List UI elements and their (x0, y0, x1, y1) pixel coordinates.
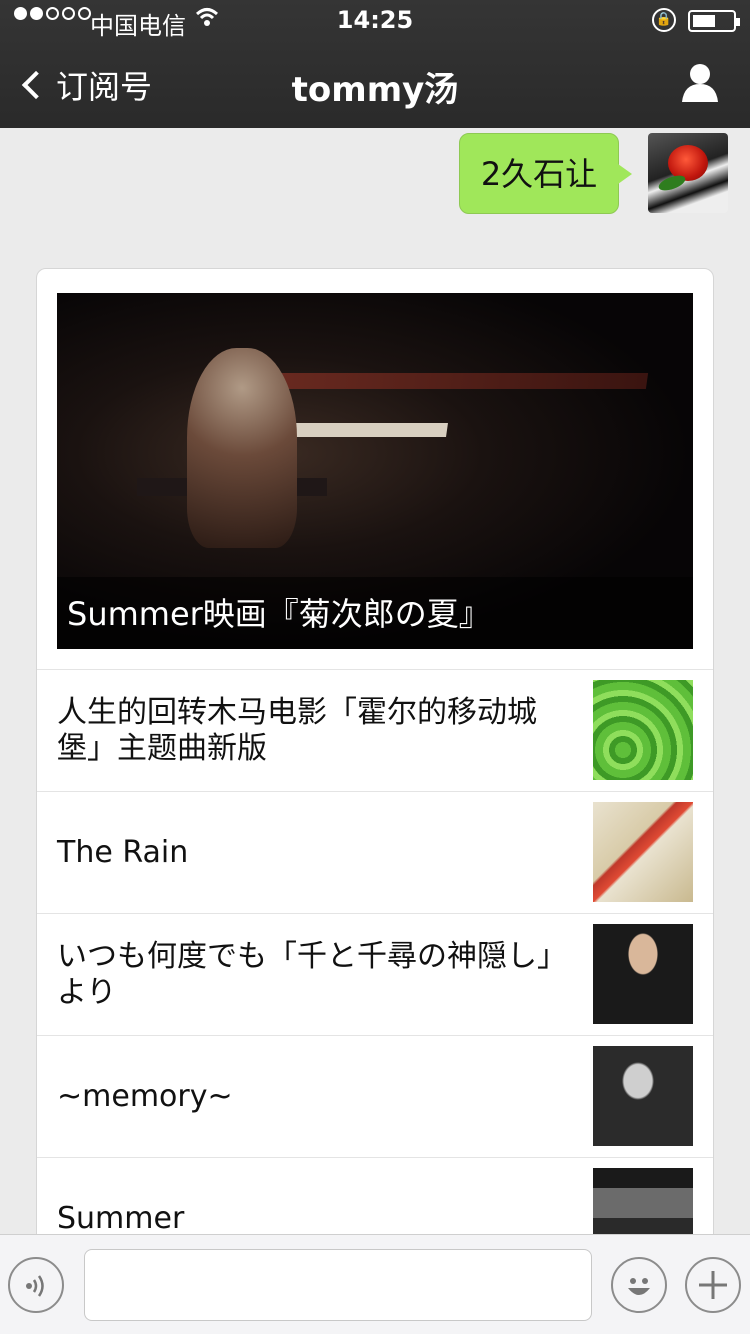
piano-keys-image (286, 423, 448, 437)
status-bar: 中国电信 14:25 🔒 (0, 0, 750, 40)
article-card: Summer映画『菊次郎の夏』 人生的回转木马电影「霍尔的移动城堡」主题曲新版 … (36, 268, 714, 1268)
article-title: The Rain (57, 835, 189, 870)
article-item[interactable]: ~memory~ (37, 1035, 713, 1157)
cover-article[interactable]: Summer映画『菊次郎の夏』 (57, 293, 693, 649)
emoji-icon (628, 1278, 650, 1295)
piano-image (265, 373, 649, 389)
article-title: 人生的回转木马电影「霍尔的移动城堡」主题曲新版 (57, 695, 537, 766)
article-thumbnail (593, 680, 693, 780)
article-title: いつも何度でも「千と千尋の神隠し」より (57, 939, 567, 1010)
person-icon[interactable] (680, 62, 720, 102)
rotation-lock-icon: 🔒 (652, 8, 676, 32)
leaf-image (656, 172, 688, 194)
cover-caption: Summer映画『菊次郎の夏』 (67, 595, 491, 633)
voice-icon (26, 1275, 44, 1297)
avatar[interactable] (648, 133, 728, 213)
message-input[interactable] (84, 1249, 592, 1321)
pianist-image (187, 348, 297, 548)
article-thumbnail (593, 924, 693, 1024)
article-item[interactable]: The Rain (37, 791, 713, 913)
article-thumbnail (593, 802, 693, 902)
article-item[interactable]: いつも何度でも「千と千尋の神隠し」より (37, 913, 713, 1035)
article-thumbnail (593, 1046, 693, 1146)
plus-icon (699, 1271, 727, 1299)
input-bar (0, 1234, 750, 1334)
sent-message-bubble[interactable]: 2久石让 (459, 133, 632, 214)
page-title: tommy汤 (291, 70, 459, 110)
article-item[interactable]: 人生的回转木马电影「霍尔的移动城堡」主题曲新版 (37, 669, 713, 791)
article-title: ~memory~ (57, 1079, 233, 1114)
battery-icon (688, 10, 740, 32)
add-button[interactable] (685, 1257, 741, 1313)
top-bar: 中国电信 14:25 🔒 订阅号 tommy汤 (0, 0, 750, 128)
emoji-button[interactable] (611, 1257, 667, 1313)
voice-button[interactable] (8, 1257, 64, 1313)
clock: 14:25 (336, 6, 414, 34)
